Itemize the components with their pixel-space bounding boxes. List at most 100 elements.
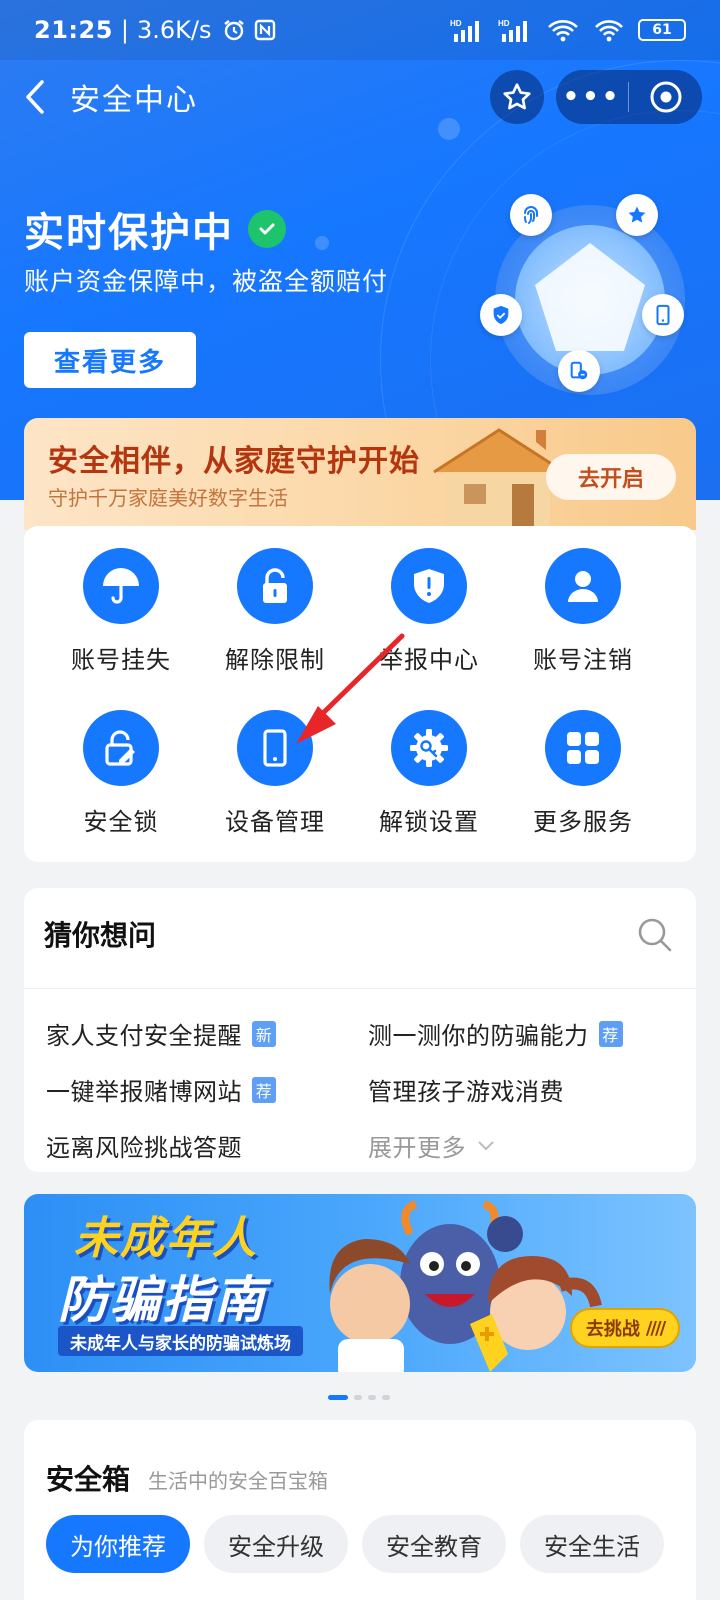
nfc-icon xyxy=(254,19,275,41)
close-program-button[interactable] xyxy=(629,79,702,115)
service-label: 设备管理 xyxy=(225,808,325,836)
user-icon xyxy=(545,548,621,624)
service-label: 解锁设置 xyxy=(379,808,479,836)
safebox-title: 安全箱 xyxy=(46,1463,131,1496)
target-icon xyxy=(650,81,681,113)
pentagon-icon xyxy=(535,243,645,351)
expand-more-button[interactable]: 展开更多 xyxy=(368,1128,496,1163)
protection-status: 实时保护中 xyxy=(24,200,286,258)
chevron-left-icon xyxy=(26,80,44,114)
promo-title-line2: 防骗指南 xyxy=(58,1271,266,1329)
carousel-dot xyxy=(354,1395,362,1400)
status-left-icons xyxy=(222,18,276,42)
wifi-icon xyxy=(595,20,623,42)
umbrella-icon xyxy=(83,548,159,624)
service-label: 更多服务 xyxy=(533,808,633,836)
star-icon xyxy=(503,83,531,110)
recommend-badge: 荐 xyxy=(598,1020,623,1047)
service-security-lock[interactable]: 安全锁 xyxy=(46,710,196,860)
family-banner-title: 安全相伴，从家庭守护开始 xyxy=(48,444,420,479)
new-badge: 新 xyxy=(252,1020,276,1047)
faq-item-text: 管理孩子游戏消费 xyxy=(368,1078,564,1106)
protection-subtitle: 账户资金保障中，被盗全额赔付 xyxy=(24,267,389,296)
safebox-section: 安全箱 生活中的安全百宝箱 为你推荐 安全升级 安全教育 安全生活 xyxy=(24,1420,696,1600)
svg-text:HD: HD xyxy=(498,19,510,28)
faq-item-text: 测一测你的防骗能力 xyxy=(368,1022,589,1050)
star-badge-icon xyxy=(616,194,658,236)
wifi-icon xyxy=(548,20,578,42)
nav-bar: 安全中心 ••• xyxy=(0,62,720,132)
family-guard-banner[interactable]: 安全相伴，从家庭守护开始 守护千万家庭美好数字生活 去开启 xyxy=(24,418,696,530)
lock-edit-icon xyxy=(83,710,159,786)
challenge-button[interactable]: 去挑战 //// xyxy=(570,1308,680,1348)
fingerprint-icon xyxy=(510,194,552,236)
service-more[interactable]: 更多服务 xyxy=(508,710,658,860)
status-bar: 21:25 | 3.6K/s HD HD 61 xyxy=(0,0,720,60)
safebox-subtitle: 生活中的安全百宝箱 xyxy=(148,1469,328,1493)
tab-safe-life[interactable]: 安全生活 xyxy=(520,1515,664,1573)
service-label: 安全锁 xyxy=(83,808,159,836)
favorite-button[interactable] xyxy=(490,70,544,124)
service-label: 账号挂失 xyxy=(71,646,171,674)
carousel-indicator xyxy=(328,1395,390,1400)
enable-family-button[interactable]: 去开启 xyxy=(546,454,676,500)
faq-section: 猜你想问 家人支付安全提醒 新 测一测你的防骗能力 荐 一键举报赌博网站 荐 管… xyxy=(24,888,696,1172)
faq-item-text: 家人支付安全提醒 xyxy=(46,1022,242,1050)
search-button[interactable] xyxy=(636,916,674,958)
decor-dot xyxy=(315,236,329,250)
service-account-loss[interactable]: 账号挂失 xyxy=(46,548,196,698)
back-button[interactable] xyxy=(0,62,70,132)
faq-divider xyxy=(24,988,696,989)
device-lock-icon xyxy=(558,350,600,392)
status-right-icons: HD HD 61 xyxy=(450,18,686,42)
tab-security-upgrade[interactable]: 安全升级 xyxy=(204,1515,348,1573)
faq-item[interactable]: 测一测你的防骗能力 荐 xyxy=(368,1016,623,1051)
expand-more-label: 展开更多 xyxy=(368,1134,466,1162)
carousel-dot-active xyxy=(328,1395,348,1400)
faq-item[interactable]: 管理孩子游戏消费 xyxy=(368,1072,564,1107)
security-shield-graphic xyxy=(470,180,710,420)
mini-program-capsule: ••• xyxy=(556,70,702,124)
status-network-speed: 3.6K/s xyxy=(137,16,212,44)
unlock-icon xyxy=(237,548,313,624)
shield-check-icon xyxy=(480,294,522,336)
chevron-down-icon xyxy=(478,1140,494,1150)
carousel-dot xyxy=(368,1395,376,1400)
recommend-badge: 荐 xyxy=(252,1076,276,1103)
signal-hd-icon: HD xyxy=(450,19,479,42)
promo-subtitle: 未成年人与家长的防骗试炼场 xyxy=(58,1326,303,1356)
view-more-button[interactable]: 查看更多 xyxy=(24,332,196,388)
more-options-button[interactable]: ••• xyxy=(556,70,628,124)
grid-icon xyxy=(545,710,621,786)
faq-item[interactable]: 一键举报赌博网站 荐 xyxy=(46,1072,276,1107)
family-banner-subtitle: 守护千万家庭美好数字生活 xyxy=(48,486,288,510)
service-label: 账号注销 xyxy=(533,646,633,674)
status-separator: | xyxy=(120,16,129,44)
faq-item[interactable]: 家人支付安全提醒 新 xyxy=(46,1016,276,1051)
signal-hd-icon: HD xyxy=(498,19,527,42)
stripes-icon: //// xyxy=(645,1317,666,1339)
faq-item-text: 远离风险挑战答题 xyxy=(46,1134,242,1162)
challenge-button-label: 去挑战 xyxy=(585,1319,640,1340)
faq-item[interactable]: 远离风险挑战答题 xyxy=(46,1128,242,1163)
check-icon xyxy=(248,210,286,248)
service-grid: 账号挂失 解除限制 举报中心 账号注销 安全锁 设备管理 解锁设置 更多服务 xyxy=(24,526,696,862)
page-title: 安全中心 xyxy=(70,83,198,118)
service-account-cancel[interactable]: 账号注销 xyxy=(508,548,658,698)
faq-item-text: 一键举报赌博网站 xyxy=(46,1078,242,1106)
promo-title-line1: 未成年人 xyxy=(74,1213,258,1264)
mobile-icon xyxy=(642,294,684,336)
battery-indicator: 61 xyxy=(638,19,686,41)
carousel-dot xyxy=(382,1395,390,1400)
svg-text:HD: HD xyxy=(450,19,462,28)
faq-title: 猜你想问 xyxy=(44,919,157,952)
protection-title: 实时保护中 xyxy=(24,210,234,256)
annotation-arrow-icon xyxy=(296,633,405,744)
tab-recommended[interactable]: 为你推荐 xyxy=(46,1515,190,1573)
tab-security-education[interactable]: 安全教育 xyxy=(362,1515,506,1573)
shield-alert-icon xyxy=(391,548,467,624)
alarm-icon xyxy=(223,20,244,41)
search-icon xyxy=(638,918,672,952)
status-time: 21:25 xyxy=(34,16,113,44)
promo-banner[interactable]: 未成年人 防骗指南 未成年人与家长的防骗试炼场 去挑战 //// xyxy=(24,1194,696,1372)
